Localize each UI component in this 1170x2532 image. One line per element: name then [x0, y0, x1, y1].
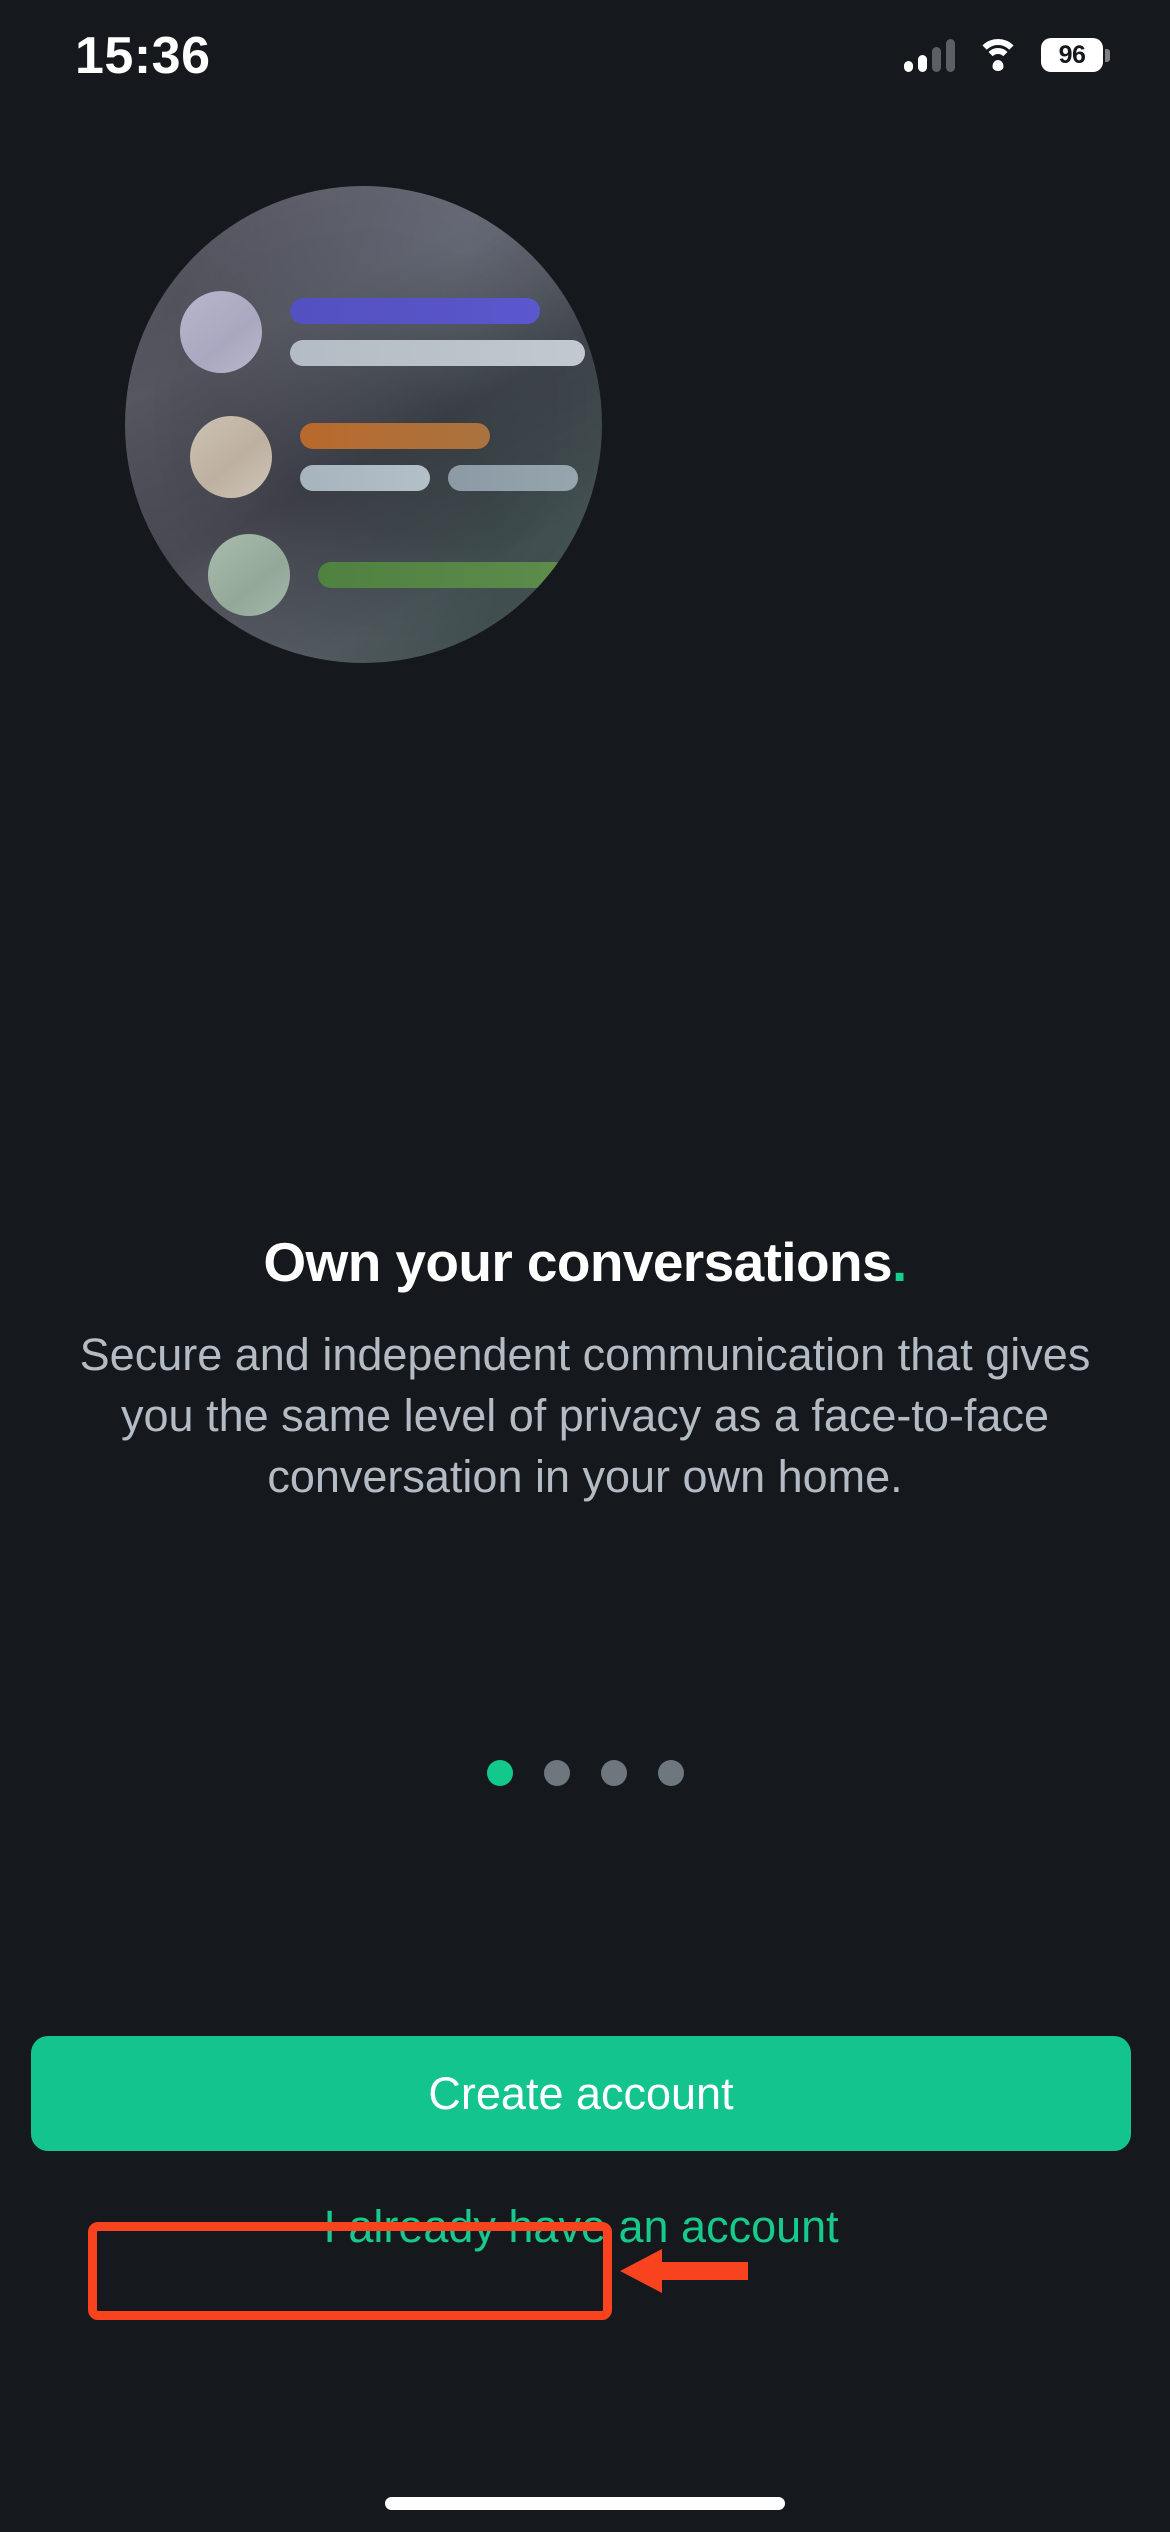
illustration-row-2 — [190, 416, 578, 498]
page-title-accent-dot: . — [891, 1231, 907, 1293]
page-title: Own your conversations. — [0, 1230, 1170, 1294]
home-indicator — [385, 2497, 785, 2510]
conversation-illustration — [125, 186, 602, 663]
onboarding-screen: 15:36 96 Own your conversations. Secure … — [0, 0, 1170, 2532]
wifi-icon — [976, 38, 1020, 72]
illustration-bar-secondary-2a — [300, 465, 430, 491]
illustration-row-3 — [208, 534, 568, 616]
pagination-dot-3[interactable] — [600, 1760, 627, 1786]
annotation-arrow-icon — [620, 2249, 748, 2293]
pagination-dot-2[interactable] — [543, 1760, 570, 1786]
battery-icon: 96 — [1041, 38, 1110, 72]
illustration-bar-primary-1 — [290, 298, 540, 324]
create-account-button[interactable]: Create account — [31, 2036, 1131, 2151]
illustration-avatar-3 — [208, 534, 290, 616]
pagination-dot-1[interactable] — [486, 1760, 513, 1786]
already-have-account-button[interactable]: I already have an account — [31, 2171, 1131, 2283]
pagination-dot-4[interactable] — [657, 1760, 684, 1786]
illustration-avatar-1 — [180, 291, 262, 373]
page-title-text: Own your conversations — [263, 1231, 892, 1293]
illustration-bar-secondary-2b — [448, 465, 578, 491]
illustration-row-1 — [180, 291, 585, 373]
illustration-avatar-2 — [190, 416, 272, 498]
illustration-bar-primary-2 — [300, 423, 490, 449]
page-description: Secure and independent communication tha… — [79, 1329, 1091, 1502]
status-bar: 15:36 96 — [0, 0, 1170, 120]
illustration-bar-secondary-1 — [290, 340, 585, 366]
status-bar-indicators: 96 — [904, 30, 1110, 80]
illustration-bar-primary-3 — [318, 562, 568, 588]
pagination-dots[interactable] — [0, 1760, 1170, 1786]
cellular-signal-icon — [904, 38, 955, 72]
status-bar-clock: 15:36 — [75, 27, 211, 85]
battery-percentage: 96 — [1058, 40, 1086, 69]
